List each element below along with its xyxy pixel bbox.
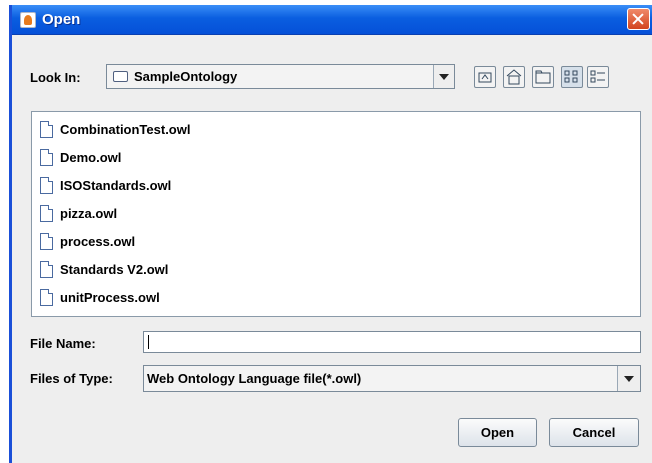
up-one-level-icon <box>478 72 492 83</box>
file-icon <box>40 261 53 278</box>
text-caret <box>148 335 149 349</box>
new-folder-button[interactable] <box>532 66 554 88</box>
window-title: Open <box>42 11 81 28</box>
file-name: CombinationTest.owl <box>60 122 191 137</box>
list-view-button[interactable] <box>561 66 583 88</box>
look-in-value: SampleOntology <box>134 69 238 84</box>
open-dialog: Open Look In: SampleOntology Combination… <box>9 5 652 463</box>
file-name: pizza.owl <box>60 206 118 221</box>
file-icon <box>40 205 53 222</box>
home-icon <box>506 69 522 85</box>
file-name: ISOStandards.owl <box>60 178 172 193</box>
home-button[interactable] <box>503 66 525 88</box>
file-icon <box>40 233 53 250</box>
folder-icon <box>113 71 128 82</box>
look-in-label: Look In: <box>30 70 81 85</box>
chevron-down-icon[interactable] <box>617 366 640 391</box>
file-name: Standards V2.owl <box>60 262 169 277</box>
file-name: process.owl <box>60 234 136 249</box>
list-view-icon <box>564 70 578 83</box>
file-name: unitProcess.owl <box>60 290 160 305</box>
file-icon <box>40 121 53 138</box>
up-one-level-button[interactable] <box>474 66 496 88</box>
file-name-field[interactable] <box>143 331 641 353</box>
chevron-down-icon[interactable] <box>433 65 454 88</box>
new-folder-icon <box>535 70 551 84</box>
file-icon <box>40 289 53 306</box>
title-bar[interactable]: Open <box>12 5 652 35</box>
file-icon <box>40 149 53 166</box>
files-of-type-value: Web Ontology Language file(*.owl) <box>147 371 362 386</box>
cancel-button[interactable]: Cancel <box>549 418 639 447</box>
files-of-type-label: Files of Type: <box>30 371 113 386</box>
look-in-combo[interactable]: SampleOntology <box>106 64 455 89</box>
file-icon <box>40 177 53 194</box>
close-button[interactable] <box>627 8 650 30</box>
files-of-type-combo[interactable]: Web Ontology Language file(*.owl) <box>143 365 641 392</box>
open-button[interactable]: Open <box>458 418 537 447</box>
file-name-label: File Name: <box>30 336 96 351</box>
file-list[interactable]: CombinationTest.owl Demo.owl ISOStandard… <box>31 111 641 317</box>
details-view-icon <box>590 70 605 83</box>
details-view-button[interactable] <box>587 66 609 88</box>
java-cup-icon <box>20 12 36 28</box>
file-name: Demo.owl <box>60 150 122 165</box>
